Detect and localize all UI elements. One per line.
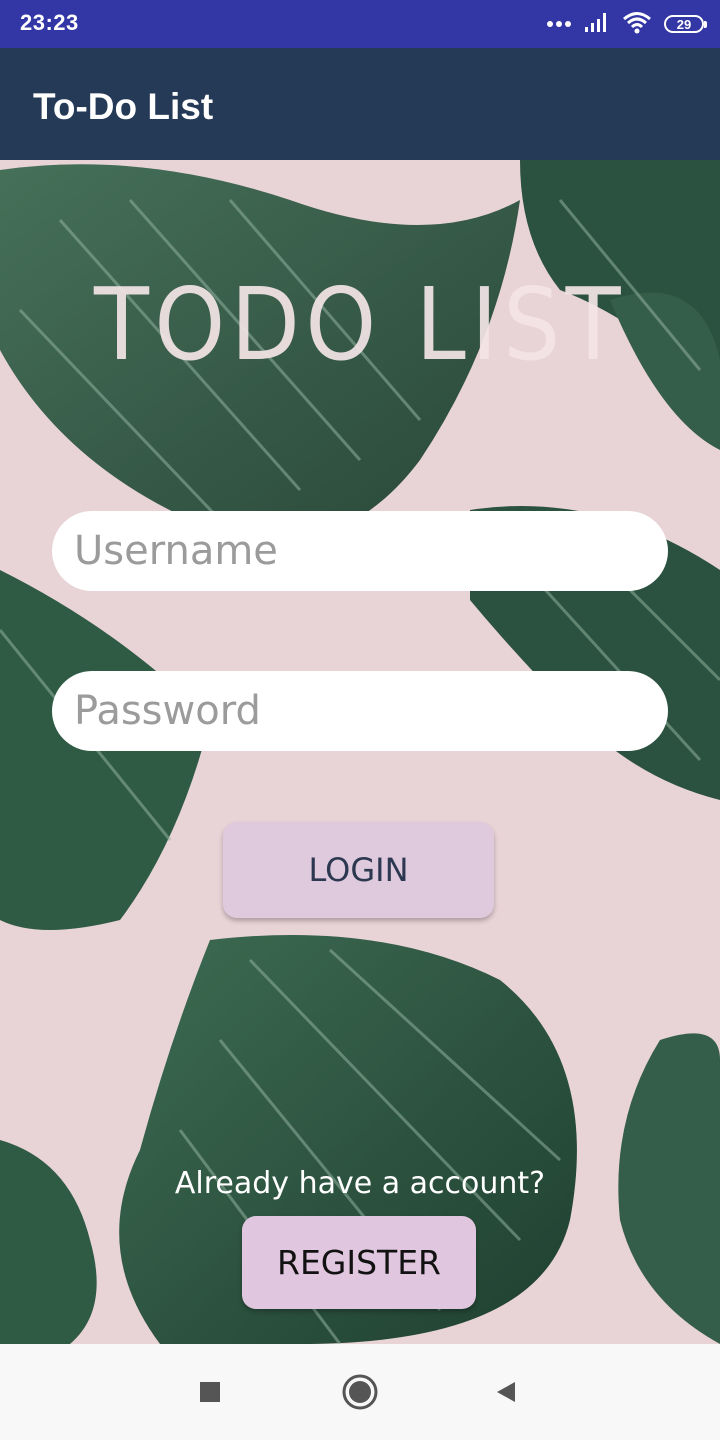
username-input[interactable] <box>52 511 668 591</box>
recents-button[interactable] <box>182 1364 238 1420</box>
account-prompt: Already have a account? <box>174 1166 546 1201</box>
home-button[interactable] <box>332 1364 388 1420</box>
status-bar: 23:23 29 <box>0 0 720 48</box>
phone-screen: 23:23 29 To-Do List TODO LIST Username L… <box>0 0 720 1440</box>
home-icon <box>342 1374 378 1410</box>
signal-icon <box>584 11 610 38</box>
status-icons: 29 <box>546 10 707 39</box>
back-icon <box>497 1382 515 1402</box>
password-input[interactable] <box>52 671 668 751</box>
battery-level: 29 <box>676 16 692 32</box>
app-title: To-Do List <box>33 86 214 127</box>
battery-icon: 29 <box>664 15 707 33</box>
navigation-bar <box>0 1344 720 1440</box>
register-button[interactable]: REGISTER <box>242 1216 476 1309</box>
back-button[interactable] <box>478 1364 534 1420</box>
login-content: TODO LIST LOGIN Already have a account? … <box>0 160 720 1344</box>
hero-title: TODO LIST <box>94 266 626 383</box>
login-button[interactable]: LOGIN <box>223 822 494 918</box>
app-bar: To-Do List <box>0 48 720 160</box>
wifi-icon <box>622 10 652 39</box>
dots-icon <box>546 15 572 33</box>
status-time: 23:23 <box>20 10 79 35</box>
recents-icon <box>200 1382 220 1402</box>
